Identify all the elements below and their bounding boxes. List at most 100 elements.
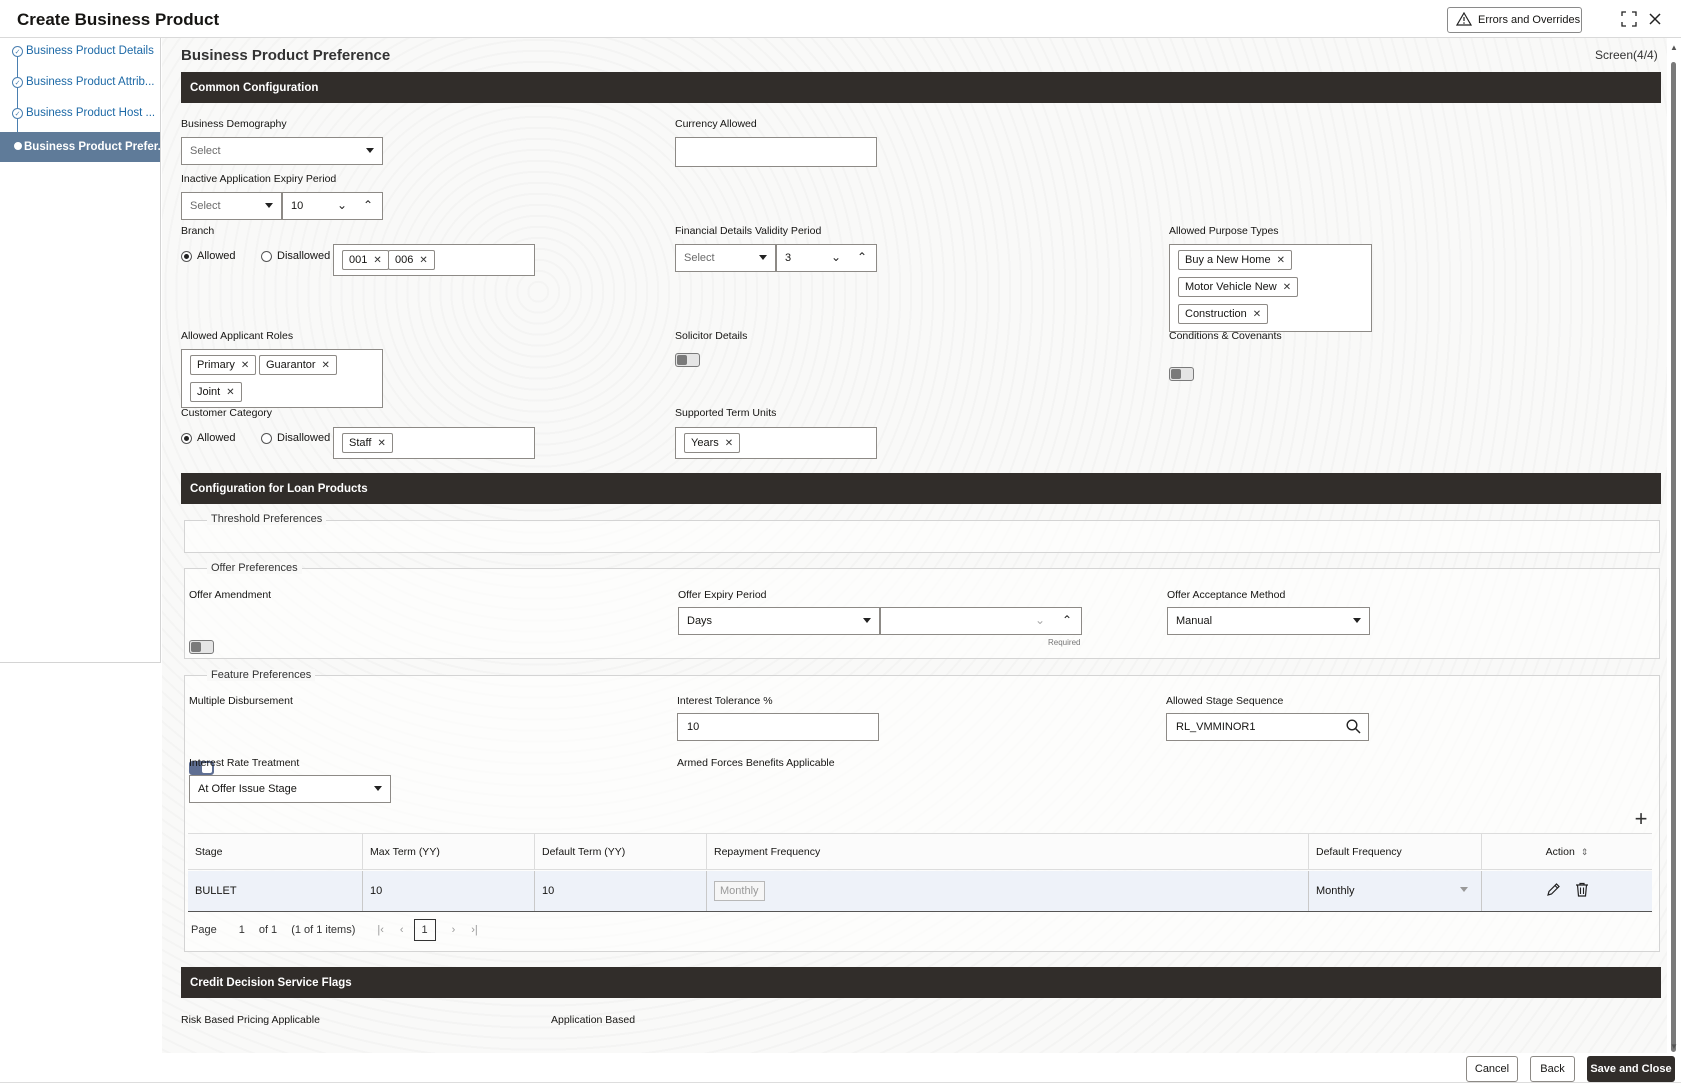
current-page-button[interactable]: 1: [413, 919, 436, 941]
step-check-icon: ✓: [12, 77, 23, 88]
errors-overrides-button[interactable]: Errors and Overrides: [1447, 7, 1582, 33]
repayment-frequency-chip[interactable]: Monthly: [714, 881, 765, 901]
interest-tolerance-input[interactable]: 10: [677, 713, 879, 741]
chevron-up-icon[interactable]: ⌃: [857, 250, 867, 264]
window-title: Create Business Product: [17, 10, 220, 29]
chip-label: Buy a New Home: [1185, 254, 1271, 266]
stage-sequence-input[interactable]: RL_VMMINOR1: [1166, 713, 1369, 741]
table-row[interactable]: BULLET 10 10 Monthly Monthly: [188, 871, 1652, 912]
branch-allowed-radio[interactable]: Allowed: [181, 250, 236, 262]
scroll-down-icon[interactable]: ▼: [1670, 1042, 1678, 1051]
applicant-roles-chip-input[interactable]: Primary ✕ Guarantor ✕ Joint ✕: [181, 349, 383, 408]
sidebar-step-host[interactable]: ✓ Business Product Host ...: [0, 99, 160, 127]
branch-disallowed-radio[interactable]: Disallowed: [261, 250, 330, 262]
purpose-types-chip-input[interactable]: Buy a New Home ✕ Motor Vehicle New ✕ Const…: [1169, 244, 1372, 332]
offer-expiry-unit-select[interactable]: Days: [678, 607, 880, 635]
delete-icon[interactable]: [1575, 882, 1589, 900]
chevron-down-icon[interactable]: ⌄: [1035, 613, 1045, 627]
inactive-expiry-unit-select[interactable]: Select: [181, 192, 282, 220]
customer-category-allowed-radio[interactable]: Allowed: [181, 432, 236, 444]
offer-acceptance-select[interactable]: Manual: [1167, 607, 1370, 635]
radio-label: Allowed: [197, 432, 236, 444]
threshold-preferences-legend[interactable]: Threshold Preferences: [207, 513, 327, 525]
offer-amendment-label: Offer Amendment: [189, 589, 272, 601]
edit-icon[interactable]: [1546, 882, 1561, 900]
screen-indicator: Screen(4/4): [1595, 48, 1658, 62]
sidebar-step-attributes[interactable]: ✓ Business Product Attrib...: [0, 68, 160, 96]
radio-label: Disallowed: [277, 250, 331, 262]
column-header-action[interactable]: Action ⇕: [1481, 834, 1652, 870]
last-page-icon[interactable]: ›|: [471, 924, 478, 936]
chip: 006 ✕: [388, 250, 435, 270]
customer-category-chip-input[interactable]: Staff ✕: [333, 427, 535, 459]
maximize-icon[interactable]: [1619, 9, 1639, 29]
chevron-down-icon[interactable]: ⌄: [337, 198, 347, 212]
business-demography-select[interactable]: Select: [181, 137, 383, 165]
conditions-toggle[interactable]: [1169, 367, 1194, 381]
chip-label: Primary: [197, 359, 235, 371]
remove-icon[interactable]: ✕: [322, 360, 330, 371]
chevron-down-icon[interactable]: ⌄: [831, 250, 841, 264]
step-check-icon: ✓: [12, 46, 23, 57]
page-label: Page: [191, 924, 217, 936]
chevron-up-icon[interactable]: ⌃: [1062, 613, 1072, 627]
remove-icon[interactable]: ✕: [241, 360, 249, 371]
section-loan-configuration: Configuration for Loan Products: [181, 473, 1661, 504]
next-page-icon[interactable]: ›: [452, 924, 456, 936]
save-and-close-button[interactable]: Save and Close: [1587, 1056, 1675, 1082]
default-frequency-value: Monthly: [1316, 885, 1355, 897]
term-units-chip-input[interactable]: Years ✕: [675, 427, 877, 459]
chip: Motor Vehicle New ✕: [1178, 277, 1299, 297]
customer-category-disallowed-radio[interactable]: Disallowed: [261, 432, 330, 444]
page-number-input[interactable]: 1: [239, 924, 245, 936]
step-label: Business Product Attrib...: [26, 76, 155, 88]
customer-category-label: Customer Category: [181, 407, 273, 419]
cell-default-frequency[interactable]: Monthly: [1308, 871, 1481, 911]
chevron-down-icon: [759, 255, 767, 260]
scrollbar-thumb[interactable]: [1671, 62, 1676, 1052]
search-icon[interactable]: [1346, 719, 1361, 737]
cell-default-term: 10: [534, 871, 706, 911]
remove-icon[interactable]: ✕: [725, 438, 733, 449]
sidebar-step-details[interactable]: ✓ Business Product Details: [0, 37, 160, 65]
sidebar-step-preference[interactable]: Business Product Prefer...: [0, 132, 160, 162]
financial-validity-stepper[interactable]: 3 ⌄ ⌃: [776, 244, 877, 272]
multiple-disbursement-label: Multiple Disbursement: [189, 695, 293, 707]
add-row-icon[interactable]: +: [1630, 808, 1652, 831]
chip-label: Guarantor: [266, 359, 316, 371]
application-based-label: Application Based: [551, 1014, 636, 1026]
offer-expiry-stepper[interactable]: ⌄ ⌃: [880, 607, 1082, 635]
cancel-button[interactable]: Cancel: [1466, 1056, 1518, 1082]
solicitor-toggle[interactable]: [675, 353, 700, 367]
chip-label: 001: [349, 254, 368, 266]
financial-validity-unit-select[interactable]: Select: [675, 244, 776, 272]
cell-action: [1481, 871, 1652, 911]
errors-overrides-label: Errors and Overrides: [1478, 14, 1581, 26]
sort-icon[interactable]: ⇕: [1581, 847, 1589, 858]
remove-icon[interactable]: ✕: [226, 387, 234, 398]
first-page-icon[interactable]: |‹: [377, 924, 384, 936]
rate-treatment-label: Interest Rate Treatment: [189, 757, 300, 769]
remove-icon[interactable]: ✕: [419, 255, 427, 266]
remove-icon[interactable]: ✕: [373, 255, 381, 266]
term-units-label: Supported Term Units: [675, 407, 777, 419]
inactive-expiry-stepper[interactable]: 10 ⌄ ⌃: [282, 192, 383, 220]
chip: Years ✕: [684, 433, 741, 453]
currency-allowed-input[interactable]: [675, 137, 877, 167]
offer-preferences-legend: Offer Preferences: [207, 562, 302, 574]
remove-icon[interactable]: ✕: [377, 438, 385, 449]
select-value: Days: [687, 615, 713, 627]
chevron-up-icon[interactable]: ⌃: [363, 198, 373, 212]
close-icon[interactable]: [1645, 9, 1665, 29]
offer-amendment-toggle[interactable]: [189, 640, 214, 654]
remove-icon[interactable]: ✕: [1277, 255, 1285, 266]
rate-treatment-select[interactable]: At Offer Issue Stage: [189, 775, 391, 803]
previous-page-icon[interactable]: ‹: [400, 924, 404, 936]
offer-acceptance-label: Offer Acceptance Method: [1167, 589, 1286, 601]
remove-icon[interactable]: ✕: [1253, 309, 1261, 320]
branch-chip-input[interactable]: 001 ✕ 006 ✕: [333, 244, 535, 276]
back-button[interactable]: Back: [1530, 1056, 1575, 1082]
remove-icon[interactable]: ✕: [1283, 282, 1291, 293]
column-header-stage: Stage: [195, 846, 223, 858]
scroll-up-icon[interactable]: ▲: [1670, 43, 1678, 52]
